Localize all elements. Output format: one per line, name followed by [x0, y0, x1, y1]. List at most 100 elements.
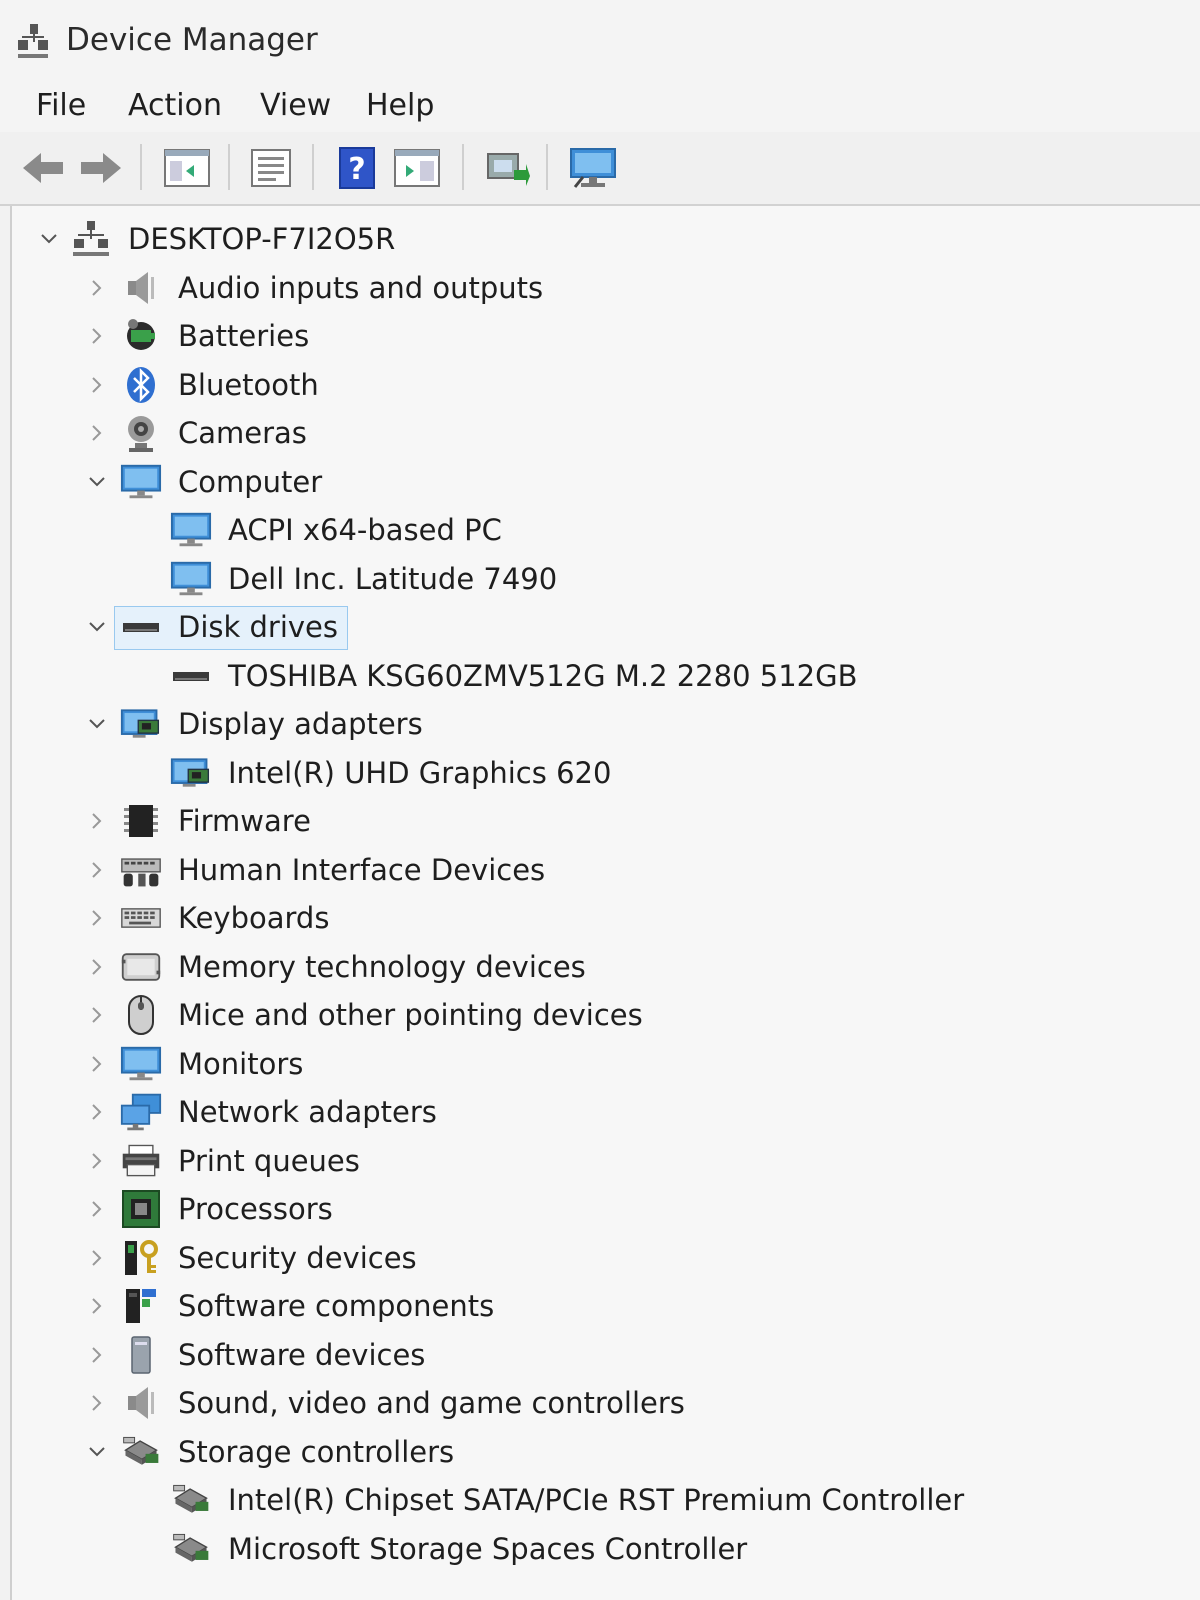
- tree-category-item[interactable]: Human Interface Devices: [12, 847, 1192, 893]
- collapse-chevron-icon[interactable]: [86, 616, 108, 638]
- tree-item-label: Display adapters: [178, 707, 423, 741]
- expand-chevron-icon[interactable]: [86, 1247, 108, 1269]
- collapse-chevron-icon[interactable]: [38, 228, 60, 250]
- expand-chevron-icon[interactable]: [86, 325, 108, 347]
- tree-item-label: Keyboards: [178, 901, 330, 935]
- help-button[interactable]: ?: [332, 144, 382, 192]
- mouse-icon: [120, 995, 162, 1035]
- tree-category-item[interactable]: Bluetooth: [12, 362, 1192, 408]
- storage-controller-icon: [170, 1480, 212, 1520]
- show-hide-console-tree-button[interactable]: [162, 144, 212, 192]
- tree-item-label: Firmware: [178, 804, 311, 838]
- toolbar-separator: [140, 144, 142, 190]
- monitor-icon: [170, 510, 212, 550]
- expand-chevron-icon[interactable]: [86, 1101, 108, 1123]
- expand-chevron-icon[interactable]: [86, 374, 108, 396]
- expand-chevron-icon[interactable]: [86, 859, 108, 881]
- expand-chevron-icon[interactable]: [86, 1150, 108, 1172]
- tree-root-computer[interactable]: DESKTOP-F7I2O5R: [12, 216, 1192, 262]
- tree-category-item[interactable]: Network adapters: [12, 1089, 1192, 1135]
- properties-button[interactable]: [246, 144, 296, 192]
- tree-category-item[interactable]: Computer: [12, 459, 1192, 505]
- monitor-icon: [170, 559, 212, 599]
- tree-category-item[interactable]: Audio inputs and outputs: [12, 265, 1192, 311]
- expand-chevron-icon[interactable]: [86, 1344, 108, 1366]
- window-title: Device Manager: [66, 22, 318, 58]
- action-pane-button[interactable]: [392, 144, 442, 192]
- bluetooth-icon: [120, 365, 162, 405]
- tree-category-item[interactable]: Batteries: [12, 313, 1192, 359]
- title-bar: Device Manager: [0, 0, 1200, 82]
- disk-drive-icon: [120, 607, 162, 647]
- expand-chevron-icon[interactable]: [86, 1392, 108, 1414]
- back-button[interactable]: [18, 144, 68, 192]
- tree-category-item[interactable]: Cameras: [12, 410, 1192, 456]
- tree-category-item[interactable]: Monitors: [12, 1041, 1192, 1087]
- menu-view[interactable]: View: [256, 88, 335, 123]
- tree-device-item[interactable]: ACPI x64-based PC: [12, 507, 1192, 553]
- tree-device-item[interactable]: Intel(R) UHD Graphics 620: [12, 750, 1192, 796]
- tree-device-item[interactable]: Microsoft Storage Spaces Controller: [12, 1526, 1192, 1572]
- expand-chevron-icon[interactable]: [86, 1295, 108, 1317]
- monitor-icon: [120, 462, 162, 502]
- tree-item-label: Batteries: [178, 319, 310, 353]
- tree-category-item[interactable]: Mice and other pointing devices: [12, 992, 1192, 1038]
- menu-file[interactable]: File: [32, 88, 90, 123]
- tree-item-label: Print queues: [178, 1143, 360, 1178]
- expand-chevron-icon[interactable]: [86, 810, 108, 832]
- collapse-chevron-icon[interactable]: [86, 713, 108, 735]
- help-icon: ?: [339, 147, 375, 189]
- tree-category-item[interactable]: Software components: [12, 1283, 1192, 1329]
- scan-hardware-icon: [570, 148, 616, 188]
- toolbar: ?: [0, 132, 1200, 206]
- tree-item-label: Computer: [178, 464, 323, 499]
- tree-category-item[interactable]: Keyboards: [12, 895, 1192, 941]
- tree-device-item[interactable]: Intel(R) Chipset SATA/PCIe RST Premium C…: [12, 1477, 1192, 1523]
- collapse-chevron-icon[interactable]: [86, 1441, 108, 1463]
- tree-item-label: Software devices: [178, 1337, 426, 1372]
- tree-item-label: Memory technology devices: [178, 949, 586, 984]
- expand-chevron-icon[interactable]: [86, 1053, 108, 1075]
- tree-category-item[interactable]: Sound, video and game controllers: [12, 1380, 1192, 1426]
- expand-chevron-icon[interactable]: [86, 422, 108, 444]
- expand-chevron-icon[interactable]: [86, 1004, 108, 1026]
- update-driver-button[interactable]: [482, 144, 532, 192]
- tree-category-item[interactable]: Display adapters: [12, 701, 1192, 747]
- tree-category-item[interactable]: Security devices: [12, 1235, 1192, 1281]
- monitor-icon: [120, 1044, 162, 1084]
- software-component-icon: [120, 1286, 162, 1326]
- expand-chevron-icon[interactable]: [86, 956, 108, 978]
- device-tree[interactable]: DESKTOP-F7I2O5R Audio inputs and outputs B…: [10, 206, 1200, 1600]
- printer-icon: [120, 1141, 162, 1181]
- expand-chevron-icon[interactable]: [86, 907, 108, 929]
- tree-item-label: Intel(R) Chipset SATA/PCIe RST Premium C…: [228, 1483, 965, 1517]
- tree-category-item[interactable]: Memory technology devices: [12, 944, 1192, 990]
- expand-chevron-icon[interactable]: [86, 277, 108, 299]
- tree-category-item[interactable]: Disk drives: [12, 604, 1192, 650]
- svg-text:?: ?: [348, 152, 365, 187]
- expand-chevron-icon[interactable]: [86, 1198, 108, 1220]
- chip-icon: [120, 801, 162, 841]
- tree-device-item[interactable]: Dell Inc. Latitude 7490: [12, 556, 1192, 602]
- storage-controller-icon: [170, 1529, 212, 1569]
- tree-item-label: Intel(R) UHD Graphics 620: [228, 755, 612, 790]
- tree-item-label: Sound, video and game controllers: [178, 1386, 685, 1420]
- back-icon: [23, 153, 63, 183]
- speaker-icon: [120, 1383, 162, 1423]
- action-pane-icon: [394, 149, 440, 187]
- tree-item-label: Network adapters: [178, 1095, 437, 1129]
- menu-help[interactable]: Help: [362, 88, 438, 123]
- menu-action[interactable]: Action: [124, 88, 226, 123]
- tree-category-item[interactable]: Firmware: [12, 798, 1192, 844]
- tree-category-item[interactable]: Storage controllers: [12, 1429, 1192, 1475]
- scan-hardware-button[interactable]: [568, 144, 618, 192]
- collapse-chevron-icon[interactable]: [86, 471, 108, 493]
- tree-category-item[interactable]: Software devices: [12, 1332, 1192, 1378]
- tree-device-item[interactable]: TOSHIBA KSG60ZMV512G M.2 2280 512GB: [12, 653, 1192, 699]
- forward-button[interactable]: [76, 144, 126, 192]
- toolbar-separator: [228, 144, 230, 190]
- camera-icon: [120, 413, 162, 453]
- battery-icon: [120, 316, 162, 356]
- tree-category-item[interactable]: Processors: [12, 1186, 1192, 1232]
- tree-category-item[interactable]: Print queues: [12, 1138, 1192, 1184]
